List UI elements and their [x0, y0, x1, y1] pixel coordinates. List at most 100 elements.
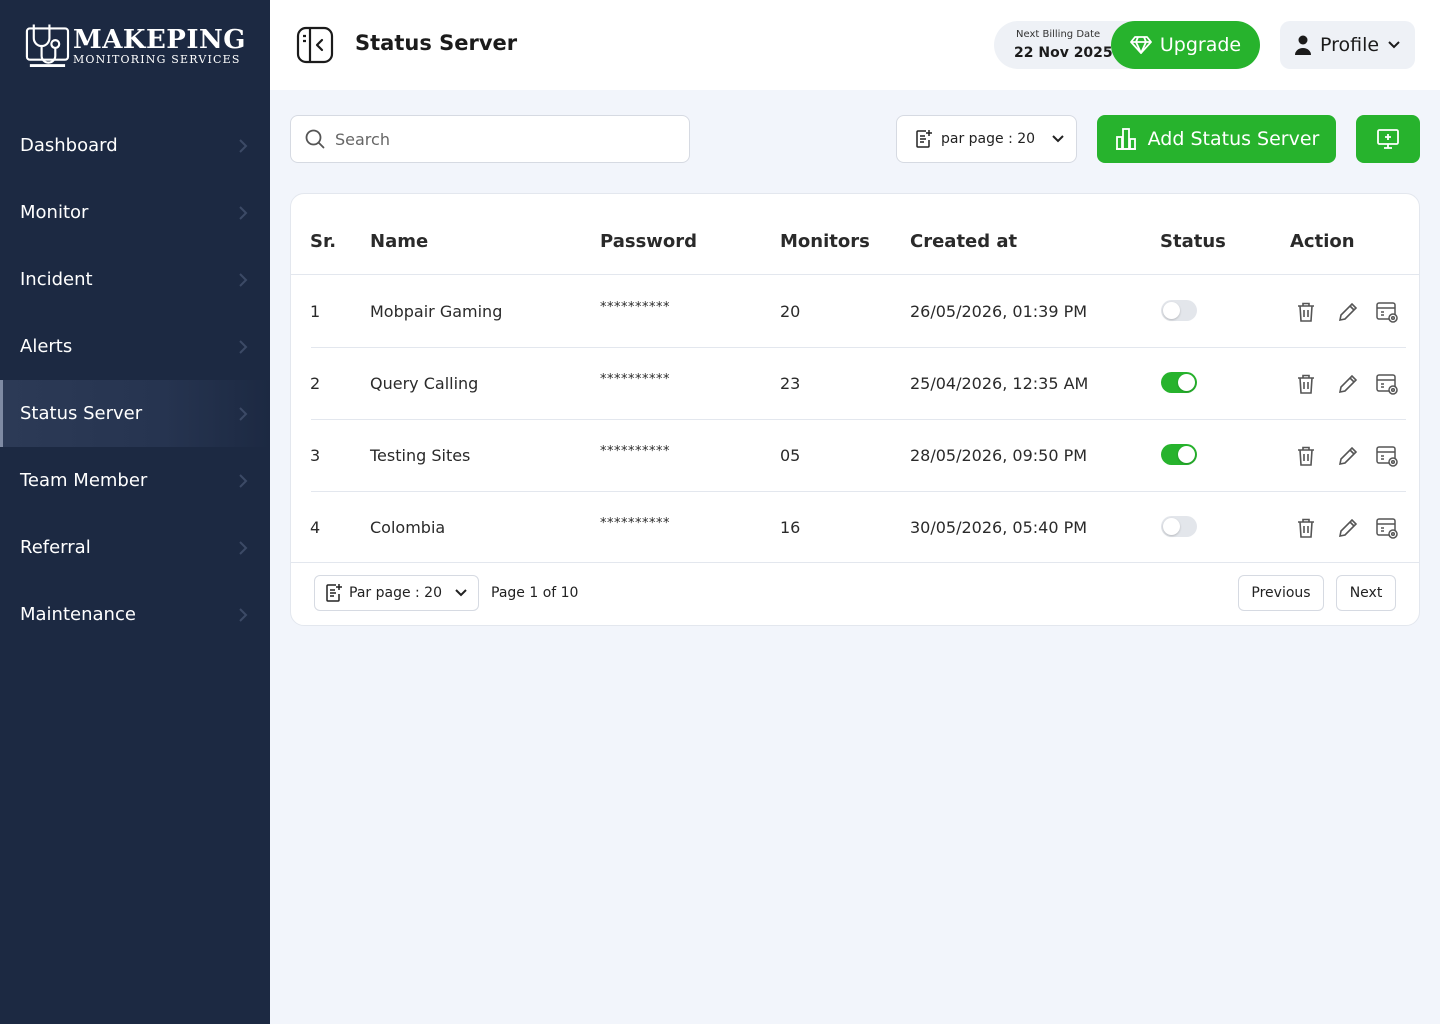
sidebar-item-team-member[interactable]: Team Member — [0, 447, 270, 514]
brand-title: MAKEPING — [72, 25, 246, 55]
view-details-icon[interactable] — [1375, 444, 1399, 468]
cell-name: Query Calling — [370, 374, 479, 393]
view-details-icon[interactable] — [1375, 372, 1399, 396]
view-details-icon[interactable] — [1375, 300, 1399, 324]
page-info: Page 1 of 10 — [491, 585, 579, 601]
cell-name: Colombia — [370, 518, 446, 537]
sidebar-item-monitor[interactable]: Monitor — [0, 179, 270, 246]
stethoscope-monitor-icon — [25, 24, 70, 68]
cell-created-at: 28/05/2026, 09:50 PM — [910, 446, 1088, 465]
sidebar-item-label: Maintenance — [20, 604, 136, 625]
billing-label: Next Billing Date — [1016, 29, 1101, 40]
cell-password: ********** — [600, 444, 670, 459]
edit-pencil-icon[interactable] — [1336, 300, 1360, 324]
chevron-right-icon — [239, 339, 248, 354]
cell-created-at: 25/04/2026, 12:35 AM — [910, 374, 1089, 393]
sidebar-item-maintenance[interactable]: Maintenance — [0, 581, 270, 648]
status-toggle[interactable] — [1161, 300, 1197, 321]
monitor-add-icon — [1377, 129, 1399, 149]
previous-page-button[interactable]: Previous — [1238, 575, 1324, 611]
next-page-button[interactable]: Next — [1336, 575, 1396, 611]
table-pagination: Par page : 20 Page 1 of 10 Previous Next — [291, 562, 1419, 626]
search-box[interactable] — [290, 115, 690, 163]
profile-menu-button[interactable]: Profile — [1280, 21, 1415, 69]
sidebar-item-label: Alerts — [20, 336, 73, 357]
chevron-right-icon — [239, 406, 248, 421]
trash-icon[interactable] — [1294, 516, 1318, 540]
cell-monitors: 23 — [780, 374, 801, 393]
table-row: 4 Colombia ********** 16 30/05/2026, 05:… — [310, 492, 1406, 564]
upgrade-button[interactable]: Upgrade — [1111, 21, 1260, 69]
table-row: 1 Mobpair Gaming ********** 20 26/05/202… — [310, 276, 1406, 348]
sidebar-item-label: Monitor — [20, 202, 89, 223]
upgrade-label: Upgrade — [1159, 34, 1242, 56]
sidebar-toggle-icon[interactable] — [296, 26, 334, 64]
edit-pencil-icon[interactable] — [1336, 444, 1360, 468]
sidebar-item-dashboard[interactable]: Dashboard — [0, 112, 270, 179]
header-action: Action — [1290, 231, 1355, 252]
cell-password: ********** — [600, 372, 670, 387]
add-monitor-screen-button[interactable] — [1356, 115, 1420, 163]
document-edit-icon — [326, 584, 342, 602]
cell-created-at: 26/05/2026, 01:39 PM — [910, 302, 1088, 321]
trash-icon[interactable] — [1294, 300, 1318, 324]
header-name: Name — [370, 231, 429, 252]
brand-logo[interactable]: MAKEPING MONITORING SERVICES — [24, 20, 246, 72]
table-header: Sr. Name Password Monitors Created at St… — [291, 194, 1419, 275]
header-password: Password — [600, 231, 698, 252]
per-page-dropdown-footer[interactable]: Par page : 20 — [314, 575, 479, 611]
chevron-right-icon — [239, 205, 248, 220]
sidebar-item-status-server[interactable]: Status Server — [0, 380, 270, 447]
chevron-down-icon — [1388, 41, 1400, 49]
header-monitors: Monitors — [780, 231, 870, 252]
sidebar-item-referral[interactable]: Referral — [0, 514, 270, 581]
search-icon — [305, 129, 325, 149]
brand-subtitle: MONITORING SERVICES — [72, 53, 241, 66]
building-icon — [1115, 128, 1136, 150]
sidebar-item-label: Incident — [20, 269, 93, 290]
status-server-table: Sr. Name Password Monitors Created at St… — [290, 193, 1420, 626]
trash-icon[interactable] — [1294, 444, 1318, 468]
cell-created-at: 30/05/2026, 05:40 PM — [910, 518, 1088, 537]
cell-monitors: 20 — [780, 302, 801, 321]
status-toggle[interactable] — [1161, 444, 1197, 465]
sidebar-item-incident[interactable]: Incident — [0, 246, 270, 313]
add-button-label: Add Status Server — [1147, 128, 1320, 150]
per-page-label: Par page : 20 — [349, 585, 442, 601]
chevron-right-icon — [239, 607, 248, 622]
header-created-at: Created at — [910, 231, 1018, 252]
diamond-icon — [1129, 36, 1152, 54]
sidebar-item-label: Referral — [20, 537, 91, 558]
chevron-right-icon — [239, 473, 248, 488]
cell-password: ********** — [600, 516, 670, 531]
document-edit-icon — [916, 130, 932, 148]
table-row: 3 Testing Sites ********** 05 28/05/2026… — [310, 420, 1406, 492]
cell-password: ********** — [600, 300, 670, 315]
sidebar-item-label: Dashboard — [20, 135, 118, 156]
chevron-down-icon — [1052, 135, 1064, 143]
sidebar-item-label: Status Server — [20, 403, 143, 424]
add-status-server-button[interactable]: Add Status Server — [1097, 115, 1336, 163]
status-toggle[interactable] — [1161, 372, 1197, 393]
cell-name: Testing Sites — [370, 446, 471, 465]
sidebar-nav: Dashboard Monitor Incident Alerts Status… — [0, 112, 270, 648]
cell-sr: 4 — [310, 518, 321, 537]
edit-pencil-icon[interactable] — [1336, 372, 1360, 396]
cell-name: Mobpair Gaming — [370, 302, 503, 321]
cell-sr: 2 — [310, 374, 321, 393]
per-page-dropdown[interactable]: par page : 20 — [896, 115, 1077, 163]
cell-monitors: 05 — [780, 446, 801, 465]
cell-sr: 3 — [310, 446, 321, 465]
view-details-icon[interactable] — [1375, 516, 1399, 540]
edit-pencil-icon[interactable] — [1336, 516, 1360, 540]
per-page-label: par page : 20 — [941, 131, 1036, 147]
profile-label: Profile — [1319, 34, 1380, 56]
chevron-down-icon — [455, 589, 467, 597]
search-input[interactable] — [335, 129, 675, 149]
sidebar-item-label: Team Member — [20, 470, 148, 491]
sidebar-item-alerts[interactable]: Alerts — [0, 313, 270, 380]
status-toggle[interactable] — [1161, 516, 1197, 537]
chevron-right-icon — [239, 540, 248, 555]
chevron-right-icon — [239, 272, 248, 287]
trash-icon[interactable] — [1294, 372, 1318, 396]
